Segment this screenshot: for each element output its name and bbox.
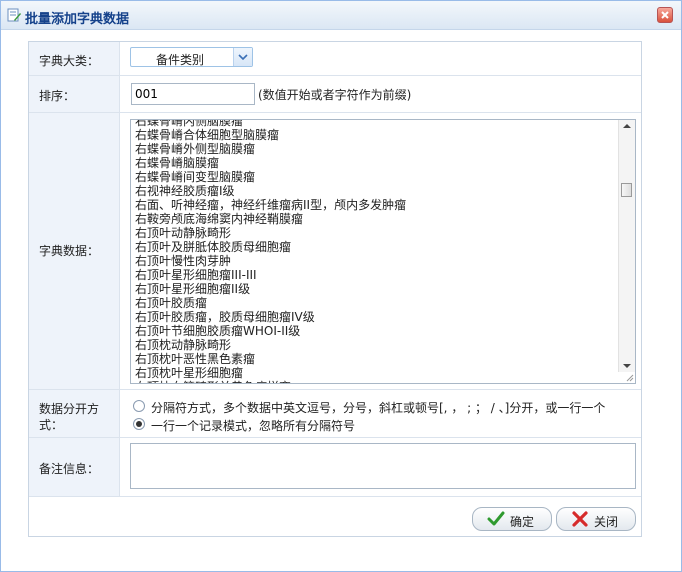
dictionary-data-lines: 右蝶骨嵴内侧脑膜瘤 右蝶骨嵴合体细胞型脑膜瘤 右蝶骨嵴外侧型脑膜瘤 右蝶骨嵴脑膜瘤 右蝶…	[135, 119, 619, 383]
data-line: 右顶叶及胼胝体胶质母细胞瘤	[135, 240, 292, 254]
resize-grip-icon[interactable]	[624, 372, 634, 382]
data-line: 右顶叶星形细胞瘤II级	[135, 282, 251, 296]
radio-delimiter-mode[interactable]	[133, 400, 145, 412]
order-input[interactable]	[131, 83, 255, 105]
checkmark-icon	[487, 511, 505, 526]
category-label-cell: 字典大类：	[29, 42, 120, 75]
order-label-cell: 排序：	[29, 76, 120, 112]
data-line: 右顶叶节细胞胶质瘤WHOI-II级	[135, 324, 301, 338]
separator-label-cell: 数据分开方 式：	[29, 390, 120, 437]
data-line: 右顶叶星形细胞瘤III-III	[135, 268, 257, 282]
separator-label-line2: 式：	[39, 418, 64, 432]
close-button-label: 关闭	[594, 515, 619, 529]
dialog-title: 批量添加字典数据	[25, 12, 130, 27]
radio-delimiter-label[interactable]: 分隔符方式，多个数据中英文逗号，分号，斜杠或顿号[, ， ; ； / 、]分开，…	[151, 399, 605, 416]
scroll-up-icon[interactable]	[623, 124, 631, 128]
data-line: 右顶枕动静脉畸形	[135, 338, 232, 352]
data-vertical-scrollbar[interactable]	[618, 120, 635, 372]
window-close-button[interactable]	[657, 7, 673, 23]
dropdown-arrow[interactable]	[233, 48, 252, 66]
separator-label-line1: 数据分开方	[39, 402, 100, 416]
close-icon	[661, 11, 669, 19]
remark-textarea[interactable]	[130, 443, 636, 489]
ok-button[interactable]: 确定	[472, 507, 552, 531]
radio-one-per-line-label[interactable]: 一行一个记录模式，忽略所有分隔符号	[151, 417, 355, 434]
data-line: 右顶枕叶恶性黑色素瘤	[135, 352, 256, 366]
data-line: 右蝶骨嵴脑膜瘤	[135, 156, 220, 170]
data-line: 右顶枕血管畸形并黄色瘤样变	[135, 380, 619, 383]
remark-label-cell: 备注信息：	[29, 438, 120, 496]
data-line: 右面、听神经瘤，神经纤维瘤病II型，颅内多发肿瘤	[135, 198, 407, 212]
order-label: 排序：	[39, 89, 76, 103]
data-line: 右顶叶动静脉畸形	[135, 226, 232, 240]
scroll-down-icon[interactable]	[623, 364, 631, 368]
data-line: 右顶枕叶星形细胞瘤	[135, 366, 244, 380]
separator-row: 数据分开方 式： 分隔符方式，多个数据中英文逗号，分号，斜杠或顿号[, ， ; …	[29, 390, 641, 438]
order-row: 排序： (数值开始或者字符作为前缀)	[29, 76, 641, 113]
data-label: 字典数据：	[39, 244, 100, 258]
category-selected-value: 备件类别	[156, 53, 205, 67]
category-label: 字典大类：	[39, 54, 100, 68]
category-select[interactable]: 备件类别	[130, 47, 253, 67]
scroll-thumb[interactable]	[621, 183, 632, 197]
chevron-down-icon	[238, 54, 248, 61]
close-icon	[572, 511, 588, 527]
radio-one-per-line-mode[interactable]	[133, 418, 145, 430]
order-hint: (数值开始或者字符作为前缀)	[258, 88, 412, 102]
data-line: 右蝶骨嵴外侧型脑膜瘤	[135, 142, 256, 156]
data-line: 右蝶骨嵴内侧脑膜瘤	[135, 119, 244, 128]
data-line: 右蝶骨嵴合体细胞型脑膜瘤	[135, 128, 280, 142]
remark-label: 备注信息：	[39, 462, 100, 476]
data-line: 右顶叶胶质瘤，胶质母细胞瘤IV级	[135, 310, 315, 324]
data-line: 右顶叶胶质瘤	[135, 296, 208, 310]
ok-button-label: 确定	[510, 515, 535, 529]
category-row: 字典大类： 备件类别	[29, 42, 641, 76]
dictionary-data-textarea[interactable]: 右蝶骨嵴内侧脑膜瘤 右蝶骨嵴合体细胞型脑膜瘤 右蝶骨嵴外侧型脑膜瘤 右蝶骨嵴脑膜瘤 右蝶…	[130, 119, 636, 384]
close-button[interactable]: 关闭	[556, 507, 636, 531]
document-edit-icon	[7, 8, 21, 22]
data-label-cell: 字典数据：	[29, 113, 120, 389]
remark-row: 备注信息：	[29, 438, 641, 497]
form-area: 字典大类： 备件类别 排序： (数值开始或者字符作为前缀) 字典数据：	[28, 41, 642, 537]
dialog-window: 批量添加字典数据 字典大类： 备件类别 排序： 001 (数值开始或者字符作为前…	[0, 0, 682, 572]
data-line: 右蝶骨嵴间变型脑膜瘤	[135, 170, 256, 184]
dialog-titlebar[interactable]: 批量添加字典数据	[1, 1, 681, 30]
data-line: 右顶叶慢性肉芽肿	[135, 254, 232, 268]
data-line: 右视神经胶质瘤I级	[135, 184, 235, 198]
data-row: 字典数据： 右蝶骨嵴内侧脑膜瘤 右蝶骨嵴合体细胞型脑膜瘤 右蝶骨嵴外侧型脑膜瘤 右蝶骨…	[29, 113, 641, 390]
data-line: 右鞍旁颅底海绵窦内神经鞘膜瘤	[135, 212, 304, 226]
